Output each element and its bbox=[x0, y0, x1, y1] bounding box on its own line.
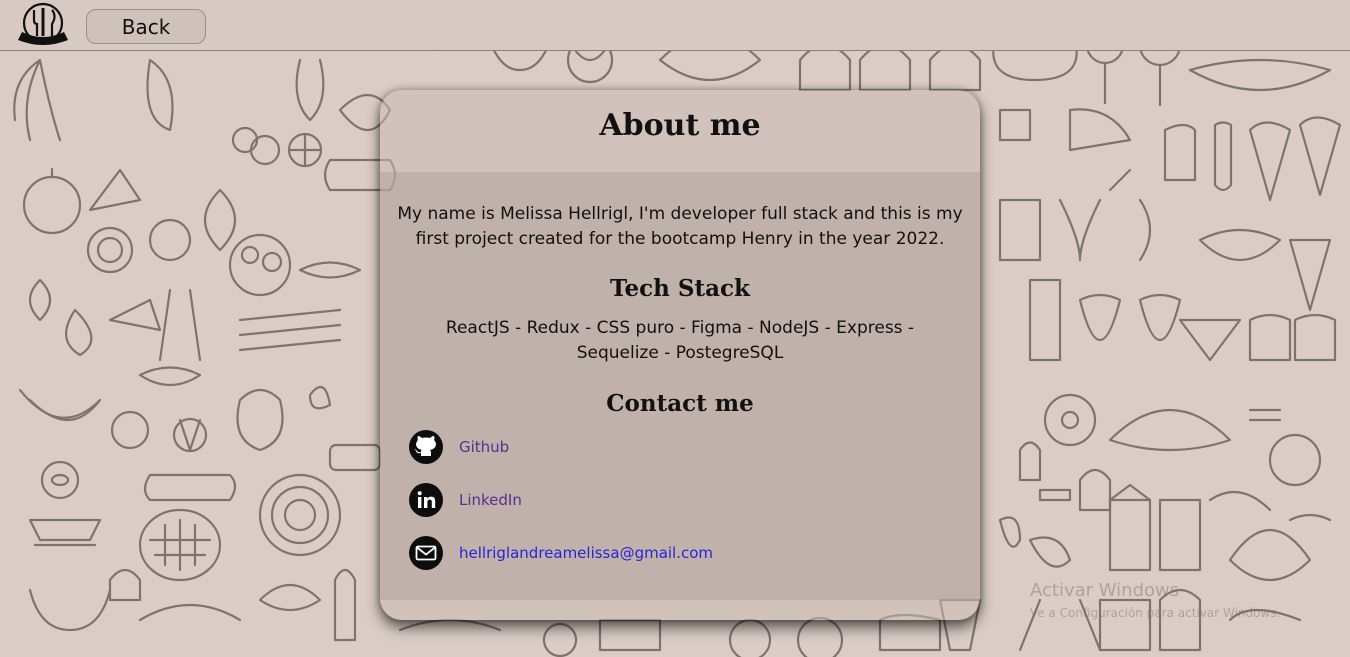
linkedin-icon[interactable] bbox=[408, 482, 444, 518]
tech-stack-heading: Tech Stack bbox=[610, 275, 750, 302]
contact-email[interactable]: hellriglandreamelissa@gmail.com bbox=[408, 535, 713, 571]
about-card: About me My name is Melissa Hellrigl, I'… bbox=[380, 90, 980, 620]
page-title: About me bbox=[599, 108, 761, 143]
mail-icon[interactable] bbox=[408, 535, 444, 571]
contact-heading: Contact me bbox=[606, 390, 754, 417]
back-button[interactable]: Back bbox=[86, 9, 206, 44]
email-link[interactable]: hellriglandreamelissa@gmail.com bbox=[459, 544, 713, 562]
contact-linkedin[interactable]: LinkedIn bbox=[408, 482, 522, 518]
windows-activation-subtext: Ve a Configuración para activar Windows. bbox=[1030, 606, 1281, 620]
windows-activation-watermark: Activar Windows bbox=[1030, 580, 1180, 601]
top-bar: Back bbox=[0, 0, 1350, 51]
github-link[interactable]: Github bbox=[459, 438, 509, 456]
tech-stack-list: ReactJS - Redux - CSS puro - Figma - Nod… bbox=[445, 318, 915, 363]
chef-logo-icon[interactable] bbox=[14, 2, 72, 48]
bio-text: My name is Melissa Hellrigl, I'm develop… bbox=[397, 204, 963, 249]
github-icon[interactable] bbox=[408, 429, 444, 465]
linkedin-link[interactable]: LinkedIn bbox=[459, 491, 522, 509]
contact-github[interactable]: Github bbox=[408, 429, 509, 465]
